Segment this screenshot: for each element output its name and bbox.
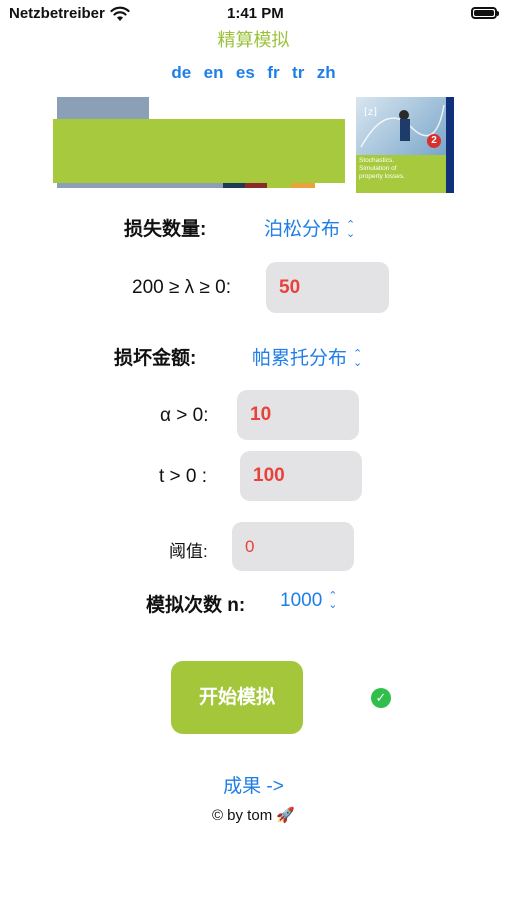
lang-de[interactable]: de [171, 63, 191, 83]
t-input[interactable]: 100 [240, 451, 362, 501]
banner-green-block [53, 119, 345, 183]
threshold-input[interactable]: 0 [232, 522, 354, 571]
page-title: 精算模拟 [217, 30, 290, 50]
book-cover-line: Simulation of [359, 165, 397, 172]
book-cover-band: Stochastics. Simulation of property loss… [356, 155, 446, 193]
t-label: t > 0 : [159, 466, 208, 487]
lambda-input[interactable]: 50 [266, 262, 389, 313]
results-link[interactable]: 成果 -> [0, 771, 507, 798]
book-cover-line: Stochastics. [359, 157, 395, 164]
chevron-up-down-icon: ⌃ ⌄ [346, 218, 356, 240]
start-simulation-button[interactable]: 开始模拟 [171, 661, 303, 734]
banner-block-top [57, 97, 149, 119]
damage-distribution-value: 帕累托分布 [252, 348, 348, 369]
language-selector: de en es fr tr zh [0, 63, 507, 83]
loss-count-label: 损失数量: [124, 219, 207, 240]
threshold-label: 阈值: [169, 542, 208, 561]
book-spine [446, 97, 454, 193]
alpha-input[interactable]: 10 [237, 390, 359, 440]
battery-tip [497, 11, 499, 16]
book-cover-line: property losses. [359, 173, 405, 180]
battery-icon [471, 7, 497, 19]
lang-es[interactable]: es [236, 63, 255, 83]
book-cover-image[interactable]: [z] 2 Stochastics. Simulation of propert… [356, 97, 454, 193]
carrier-name: Netzbetreiber [9, 5, 105, 22]
chevron-up-down-icon: ⌃ ⌄ [328, 589, 338, 611]
loss-distribution-picker[interactable]: 泊松分布 ⌃ ⌄ [264, 214, 355, 241]
simulations-picker[interactable]: 1000 ⌃ ⌄ [280, 590, 338, 612]
lang-tr[interactable]: tr [292, 63, 304, 83]
wifi-icon [110, 6, 130, 21]
damage-amount-label: 损坏金额: [114, 348, 197, 369]
lambda-label: 200 ≥ λ ≥ 0: [132, 277, 232, 298]
svg-text:[z]: [z] [364, 107, 377, 118]
status-time: 1:41 PM [227, 5, 284, 22]
lang-fr[interactable]: fr [267, 63, 279, 83]
damage-distribution-picker[interactable]: 帕累托分布 ⌃ ⌄ [252, 343, 362, 370]
footer-credit: © by tom 🚀 [211, 807, 296, 824]
book-volume-badge: 2 [427, 134, 441, 148]
loss-distribution-value: 泊松分布 [264, 219, 341, 240]
checkmark-icon: ✓ [371, 688, 391, 708]
chevron-up-down-icon: ⌃ ⌄ [353, 347, 363, 369]
simulations-value: 1000 [280, 590, 323, 611]
lang-en[interactable]: en [204, 63, 224, 83]
alpha-label: α > 0: [160, 405, 209, 426]
simulations-label: 模拟次数 n: [146, 595, 246, 616]
lang-zh[interactable]: zh [317, 63, 336, 83]
